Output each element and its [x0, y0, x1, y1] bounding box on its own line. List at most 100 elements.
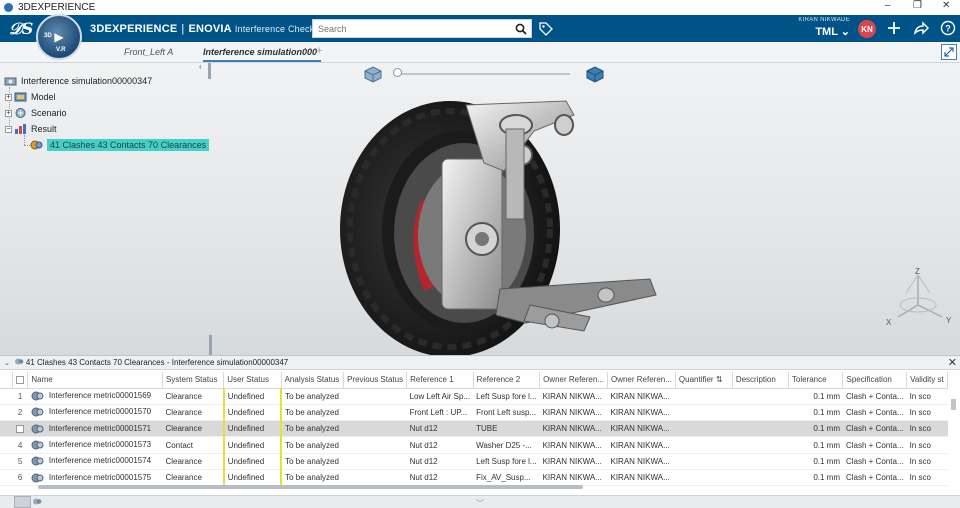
tree-root[interactable]: Interference simulation00000347: [4, 75, 152, 87]
tenant-selector[interactable]: TML ⌄: [780, 25, 850, 38]
row-analysis-status: To be analyzed: [280, 436, 344, 454]
interference-tab-icon[interactable]: [32, 497, 42, 508]
tree-item-model[interactable]: + Model: [5, 91, 56, 103]
search-input[interactable]: [318, 23, 508, 34]
expand-icon[interactable]: +: [5, 109, 12, 117]
exploded-cube-icon[interactable]: [584, 65, 606, 86]
col-header-owner-reference-1[interactable]: Owner Referen...: [539, 372, 608, 389]
tag-icon[interactable]: [538, 21, 554, 40]
tree-item-scenario[interactable]: + Scenario: [5, 107, 67, 119]
collapse-tree-icon[interactable]: ‹: [199, 63, 202, 71]
interference-results-panel: ⌄ 41 Clashes 43 Contacts 70 Clearances -…: [0, 355, 960, 495]
table-row-selected[interactable]: Interference metric00001571 Clearance Un…: [0, 420, 948, 438]
row-number: 2: [12, 404, 28, 422]
col-header-owner-reference-2[interactable]: Owner Referen...: [607, 372, 676, 389]
viewport-handle[interactable]: [209, 335, 212, 355]
chevron-down-icon[interactable]: ⌄: [4, 359, 10, 367]
tab-front-left-a[interactable]: Front_Left A: [124, 42, 173, 62]
col-header-system-status[interactable]: System Status: [162, 372, 225, 389]
row-name[interactable]: Interference metric00001569: [27, 388, 163, 405]
table-row[interactable]: 1 Interference metric00001569 Clearance …: [0, 388, 948, 405]
row-user-status[interactable]: Undefined: [222, 436, 282, 454]
brand-platform: 3DEXPERIENCE: [90, 23, 178, 35]
tree-item-interference-result[interactable]: 41 Clashes 43 Contacts 70 Clearances: [30, 139, 210, 151]
compass-icon[interactable]: 3D ▶ V.R: [36, 14, 82, 60]
specification-tree: ‹ Interference simulation00000347 + Mode…: [0, 63, 210, 163]
table-row[interactable]: 2 Interference metric00001570 Clearance …: [0, 404, 948, 422]
sort-icon[interactable]: ⇅: [716, 375, 723, 384]
add-icon[interactable]: [886, 20, 902, 39]
col-header-name[interactable]: Name: [27, 372, 163, 389]
fullscreen-icon[interactable]: [941, 44, 957, 60]
collapse-icon[interactable]: −: [5, 125, 12, 133]
col-header-description[interactable]: Description: [732, 372, 789, 389]
expand-icon[interactable]: +: [5, 93, 12, 101]
row-owner-1: KIRAN NIKWA...: [539, 404, 608, 422]
col-header-tolerance[interactable]: Tolerance: [788, 372, 844, 389]
wheel-assembly-model[interactable]: [330, 99, 670, 355]
col-header-analysis-status[interactable]: Analysis Status: [281, 372, 345, 389]
search-box[interactable]: [312, 19, 532, 38]
row-system-status: Clearance: [162, 420, 224, 438]
3d-viewport[interactable]: ‹ Interference simulation00000347 + Mode…: [0, 63, 960, 355]
select-all-checkbox[interactable]: [15, 376, 24, 385]
tree-root-label: Interference simulation00000347: [21, 76, 153, 86]
row-user-status[interactable]: Undefined: [222, 453, 282, 470]
row-checkbox-cell[interactable]: [12, 420, 28, 438]
close-icon[interactable]: ✕: [948, 356, 957, 369]
row-tolerance: 0.1 mm: [788, 404, 843, 422]
maximize-button[interactable]: ❐: [913, 0, 922, 11]
row-name[interactable]: Interference metric00001570: [27, 404, 163, 422]
col-header-previous-status[interactable]: Previous Status: [343, 372, 408, 389]
row-user-status[interactable]: Undefined: [222, 420, 282, 438]
tree-resize-handle[interactable]: [208, 63, 211, 79]
chevron-down-icon[interactable]: ﹀: [476, 498, 484, 508]
row-name[interactable]: Interference metric00001571: [27, 420, 163, 438]
assembled-cube-icon[interactable]: [362, 65, 384, 86]
add-tab-icon[interactable]: +: [316, 45, 322, 57]
slider-track[interactable]: [396, 73, 570, 75]
col-header-specification[interactable]: Specification: [842, 372, 908, 389]
application-window: 3DEXPERIENCE – ❐ ✕ 𝒟S 3D ▶ V.R 3DEXPERIE…: [0, 0, 960, 508]
col-header-quantifier[interactable]: Quantifier ⇅: [675, 372, 733, 389]
row-reference-1: Front Left : UP...: [406, 404, 474, 422]
ds-logo-icon[interactable]: 𝒟S: [9, 19, 33, 39]
row-description: [732, 404, 789, 422]
minimize-button[interactable]: –: [885, 0, 891, 11]
close-window-button[interactable]: ✕: [942, 0, 950, 11]
tree-item-result[interactable]: − Result: [5, 123, 57, 135]
result-summary-label: 41 Clashes 43 Contacts 70 Clearances: [47, 139, 210, 151]
col-header-reference-1[interactable]: Reference 1: [406, 372, 474, 389]
row-name[interactable]: Interference metric00001574: [27, 453, 163, 470]
play-icon: ▶: [54, 30, 64, 44]
user-menu[interactable]: KIRAN NIKWADE TML ⌄: [780, 17, 850, 38]
row-owner-1: KIRAN NIKWA...: [539, 453, 608, 470]
col-header-validity[interactable]: Validity st: [906, 372, 948, 389]
axis-triad[interactable]: Z X Y: [884, 265, 956, 331]
avatar[interactable]: KN: [858, 20, 876, 38]
row-specification: Clash + Conta...: [842, 420, 907, 438]
row-number: 5: [12, 453, 28, 470]
row-user-status[interactable]: Undefined: [222, 388, 282, 405]
row-checkbox[interactable]: [16, 425, 25, 434]
search-icon[interactable]: [515, 23, 527, 38]
col-header-user-status[interactable]: User Status: [223, 372, 282, 389]
explode-slider[interactable]: [360, 65, 610, 85]
help-icon[interactable]: ?: [940, 20, 956, 39]
row-previous-status: [343, 420, 407, 438]
slider-thumb[interactable]: [393, 68, 402, 77]
row-user-status[interactable]: Undefined: [222, 404, 282, 422]
horizontal-scrollbar[interactable]: [38, 483, 946, 491]
col-header-reference-2[interactable]: Reference 2: [473, 372, 541, 389]
table-row[interactable]: 4 Interference metric00001573 Contact Un…: [0, 436, 948, 454]
tab-interference-simulation[interactable]: Interference simulation000: [203, 42, 322, 62]
share-icon[interactable]: [913, 20, 929, 39]
panel-tab-icon[interactable]: [14, 496, 31, 508]
tree-item-model-label: Model: [31, 92, 56, 102]
horizontal-scroll-thumb[interactable]: [38, 485, 583, 489]
vertical-scrollbar[interactable]: [949, 390, 959, 485]
vertical-scroll-thumb[interactable]: [951, 399, 956, 410]
row-previous-status: [343, 388, 407, 405]
table-row[interactable]: 5 Interference metric00001574 Clearance …: [0, 453, 948, 470]
row-name[interactable]: Interference metric00001573: [27, 436, 163, 454]
